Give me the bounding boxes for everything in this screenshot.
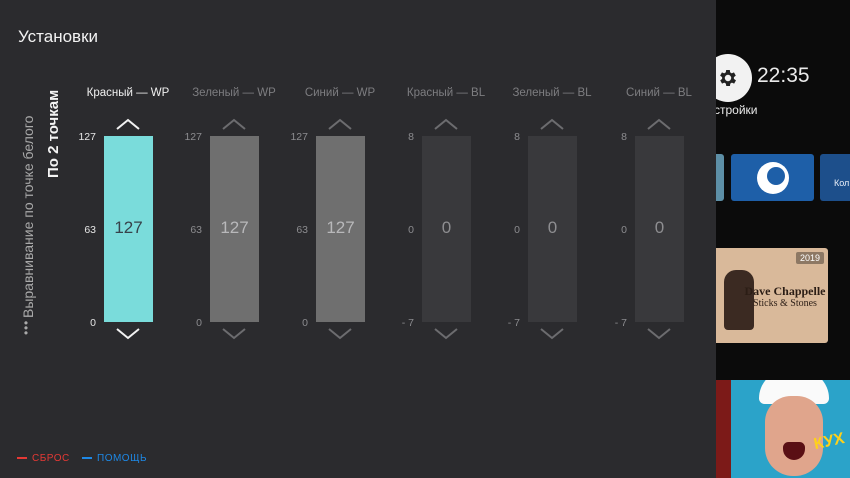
menu-sub-label[interactable]: По 2 точкам bbox=[45, 0, 65, 178]
chevron-down-icon[interactable] bbox=[540, 328, 564, 340]
movie-year: 2019 bbox=[795, 252, 824, 264]
slider-bar[interactable]: 127 bbox=[316, 136, 365, 322]
clock: 22:35 bbox=[757, 64, 810, 87]
chevron-down-icon[interactable] bbox=[434, 328, 458, 340]
scale-tick-label: 63 bbox=[190, 224, 202, 236]
slider-bar[interactable]: 0 bbox=[635, 136, 684, 322]
scale-tick-label: 0 bbox=[621, 224, 627, 236]
chevron-up-icon[interactable] bbox=[434, 118, 458, 130]
help-hint[interactable]: ПОМОЩЬ bbox=[82, 453, 147, 464]
scale-tick-label: 127 bbox=[290, 131, 308, 143]
movie-title: Dave Chappelle bbox=[744, 284, 826, 298]
reset-label: СБРОС bbox=[32, 453, 70, 464]
help-label: ПОМОЩЬ bbox=[97, 453, 148, 464]
slider-value: 0 bbox=[547, 218, 558, 237]
chevron-up-icon[interactable] bbox=[540, 118, 564, 130]
slider-label: Зеленый — WP bbox=[192, 87, 276, 99]
scale-tick-label: - 7 bbox=[614, 317, 627, 329]
scale-tick-label: 8 bbox=[408, 131, 414, 143]
slider-bar[interactable]: 0 bbox=[422, 136, 471, 322]
chevron-down-icon[interactable] bbox=[222, 328, 246, 340]
gear-icon bbox=[720, 70, 736, 86]
slider-label: Зеленый — BL bbox=[512, 87, 592, 99]
slider-value: 0 bbox=[654, 218, 665, 237]
content-tile-movie[interactable]: 2019 Dave Chappelle Sticks & Stones bbox=[712, 248, 828, 343]
chevron-up-icon[interactable] bbox=[222, 118, 246, 130]
slider-bar[interactable]: 0 bbox=[528, 136, 577, 322]
slider-label: Синий — BL bbox=[626, 87, 692, 99]
chevron-up-icon[interactable] bbox=[116, 118, 140, 130]
tile-label: Кол bbox=[834, 178, 850, 188]
scale-tick-label: 127 bbox=[184, 131, 202, 143]
scale-tick-label: 8 bbox=[621, 131, 627, 143]
scale-tick-label: 63 bbox=[296, 224, 308, 236]
slider-value: 127 bbox=[114, 218, 143, 237]
slider-value: 127 bbox=[326, 218, 355, 237]
scale-tick-label: 0 bbox=[196, 317, 202, 329]
app-tile-night[interactable] bbox=[731, 154, 814, 201]
blue-key-icon bbox=[82, 457, 92, 460]
scale-tick-label: 0 bbox=[514, 224, 520, 236]
chevron-down-icon[interactable] bbox=[328, 328, 352, 340]
slider-value: 127 bbox=[220, 218, 249, 237]
chevron-up-icon[interactable] bbox=[328, 118, 352, 130]
chevron-up-icon[interactable] bbox=[647, 118, 671, 130]
scale-tick-label: 63 bbox=[84, 224, 96, 236]
slider-bar[interactable]: 127 bbox=[104, 136, 153, 322]
slider-bar[interactable]: 127 bbox=[210, 136, 259, 322]
movie-subtitle: Sticks & Stones bbox=[753, 298, 817, 309]
menu-label: Выравнивание по точке белого bbox=[20, 115, 36, 318]
scale-tick-label: 8 bbox=[514, 131, 520, 143]
moon-icon bbox=[757, 162, 789, 194]
reset-hint[interactable]: СБРОС bbox=[17, 453, 70, 464]
white-balance-panel: Установки Выравнивание по точке белого П… bbox=[0, 0, 716, 478]
scale-tick-label: - 7 bbox=[401, 317, 414, 329]
slider-label: Синий — WP bbox=[304, 87, 376, 99]
scale-tick-label: 0 bbox=[302, 317, 308, 329]
app-tile[interactable]: Кол bbox=[820, 154, 850, 201]
chevron-down-icon[interactable] bbox=[116, 328, 140, 340]
red-key-icon bbox=[17, 457, 27, 460]
slider-label: Красный — WP bbox=[86, 87, 170, 99]
scale-tick-label: 127 bbox=[78, 131, 96, 143]
scale-tick-label: - 7 bbox=[507, 317, 520, 329]
slider-value: 0 bbox=[441, 218, 452, 237]
scale-tick-label: 0 bbox=[408, 224, 414, 236]
content-tile-show[interactable]: КУХ bbox=[731, 380, 850, 478]
slider-label: Красный — BL bbox=[406, 87, 486, 99]
scale-tick-label: 0 bbox=[90, 317, 96, 329]
more-icon: • • • bbox=[23, 316, 29, 340]
settings-label: стройки bbox=[714, 103, 758, 117]
chevron-down-icon[interactable] bbox=[647, 328, 671, 340]
